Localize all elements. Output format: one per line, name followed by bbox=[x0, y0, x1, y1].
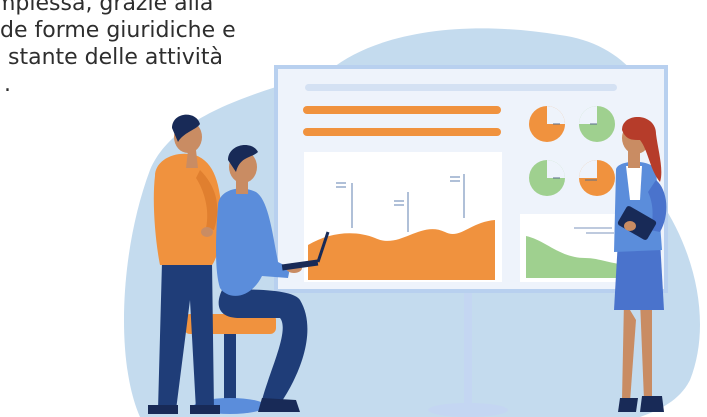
orange-bar-2 bbox=[303, 128, 501, 136]
business-presentation-illustration bbox=[123, 28, 701, 417]
pie-chart-2 bbox=[579, 106, 615, 142]
board-stand-pole bbox=[464, 285, 472, 410]
pie-chart-3 bbox=[529, 160, 565, 196]
pie-chart-1 bbox=[529, 106, 565, 142]
board-top-bar bbox=[305, 84, 617, 91]
pie-chart-4 bbox=[579, 160, 615, 196]
board-stand-base bbox=[428, 403, 508, 417]
stool-leg bbox=[224, 334, 236, 404]
orange-bar-1 bbox=[303, 106, 501, 114]
